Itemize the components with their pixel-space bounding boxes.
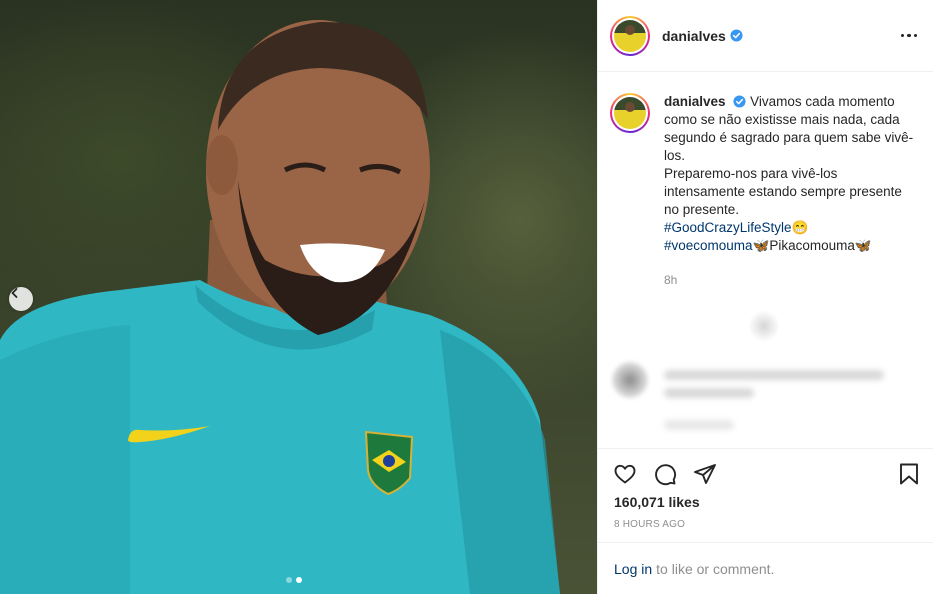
comment-icon[interactable] (652, 461, 678, 487)
avatar-image (614, 97, 646, 129)
blurred-avatar (612, 362, 648, 398)
bookmark-icon[interactable] (896, 461, 922, 487)
butterfly-emoji: 🦋 (854, 238, 872, 253)
loading-spinner-icon (748, 310, 780, 342)
login-link[interactable]: Log in (614, 561, 652, 577)
caption-avatar[interactable] (610, 93, 650, 133)
carousel-dot (286, 577, 292, 583)
verified-badge-icon (733, 95, 746, 108)
post-photo (0, 20, 560, 594)
header-username[interactable]: danialves (662, 28, 726, 44)
heart-icon[interactable] (612, 461, 638, 487)
caption: danialves Vivamos cada momento como se n… (610, 93, 922, 287)
grin-emoji: 😁 (791, 220, 809, 235)
verified-badge-icon (730, 29, 743, 42)
chevron-left-icon (11, 288, 18, 298)
hashtag-link[interactable]: #GoodCrazyLifeStyle (664, 220, 792, 235)
avatar-image (614, 19, 646, 52)
blurred-comment-meta (664, 420, 734, 430)
hashtag-link[interactable]: #voecomouma (664, 238, 753, 253)
butterfly-emoji: 🦋 (752, 238, 770, 253)
post-actions: 160,071 likes 8 HOURS AGO (598, 448, 933, 542)
carousel-indicator (286, 577, 302, 583)
comment-login-bar: Log in to like or comment. (598, 542, 933, 594)
caption-line-2: Preparemo-nos para vivê-los intensamente… (664, 166, 902, 217)
comments-loading-placeholder (598, 300, 933, 448)
avatar[interactable] (610, 15, 650, 56)
more-options-icon[interactable] (900, 28, 917, 44)
login-prompt-text: to like or comment. (656, 560, 775, 577)
likes-count[interactable]: 160,071 likes (614, 494, 933, 510)
post-header: danialves (598, 0, 933, 72)
caption-timestamp[interactable]: 8h (664, 273, 922, 287)
carousel-prev-button[interactable] (9, 287, 33, 311)
blurred-comment-line (664, 370, 884, 380)
post-details-panel: danialves danialves Vivamos cada momento… (597, 0, 933, 594)
posted-time[interactable]: 8 HOURS AGO (614, 519, 933, 530)
carousel-dot-active (296, 577, 302, 583)
caption-suffix: Pikacomouma (769, 238, 855, 253)
post-media[interactable] (0, 0, 597, 594)
blurred-comment-line (664, 388, 754, 398)
share-icon[interactable] (692, 461, 718, 487)
caption-username[interactable]: danialves (664, 94, 726, 109)
caption-text: danialves Vivamos cada momento como se n… (664, 93, 914, 255)
